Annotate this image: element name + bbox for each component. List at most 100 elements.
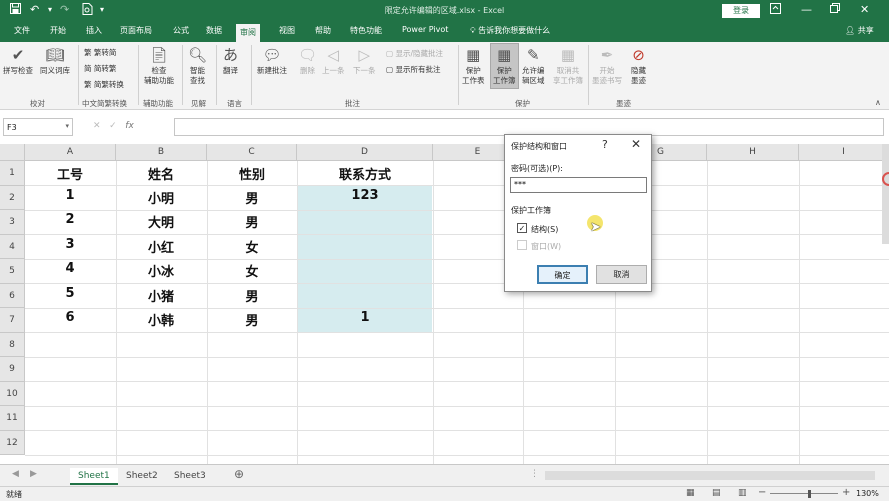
table-cell[interactable]: 2	[25, 212, 115, 227]
table-cell[interactable]: 1	[297, 310, 433, 325]
horizontal-scrollbar[interactable]	[545, 471, 875, 480]
column-header[interactable]: B	[116, 144, 207, 161]
cancel-formula-icon[interactable]: ✕	[93, 121, 101, 131]
dialog-close-icon[interactable]: ✕	[631, 137, 641, 151]
row-header[interactable]: 1	[0, 161, 25, 186]
show-all-comments-button[interactable]: ▢ 显示所有批注	[386, 64, 440, 75]
table-cell[interactable]: 小红	[116, 237, 206, 256]
hide-ink-button[interactable]: ⊘ 隐藏 墨迹	[631, 46, 646, 86]
column-header[interactable]: D	[297, 144, 433, 161]
thesaurus-button[interactable]: 📖︎ 同义词库	[40, 46, 70, 76]
maximize-icon[interactable]	[830, 3, 840, 16]
zoom-level[interactable]: 130%	[856, 489, 879, 498]
table-cell[interactable]: 大明	[116, 212, 206, 231]
table-cell[interactable]: 6	[25, 310, 115, 325]
name-box[interactable]: F3 ▾	[3, 118, 73, 136]
sheet-tab-sheet2[interactable]: Sheet2	[118, 468, 166, 485]
column-header[interactable]: C	[207, 144, 297, 161]
tab-data[interactable]: 数据	[206, 25, 222, 36]
help-button[interactable]: ?	[602, 138, 608, 151]
minimize-icon[interactable]: —	[801, 3, 812, 16]
vertical-scrollbar[interactable]	[882, 144, 889, 244]
row-header[interactable]: 4	[0, 234, 25, 259]
table-cell[interactable]: 男	[207, 310, 297, 329]
column-header[interactable]: I	[799, 144, 889, 161]
table-cell[interactable]: 男	[207, 188, 297, 207]
table-header-cell[interactable]: 联系方式	[297, 164, 433, 183]
zoom-slider-thumb[interactable]	[808, 490, 811, 498]
ok-button[interactable]: 确定	[537, 265, 588, 284]
table-cell[interactable]: 3	[25, 237, 115, 252]
table-cell[interactable]: 女	[207, 261, 297, 280]
tab-page-layout[interactable]: 页面布局	[120, 25, 152, 36]
worksheet-grid[interactable]: A B C D E F G H I 1 2 3 4 5 6 7 8 9 10 1…	[0, 144, 889, 464]
sheet-tab-sheet1[interactable]: Sheet1	[70, 468, 118, 485]
share-button[interactable]: 👤︎ 共享	[845, 25, 874, 36]
row-header[interactable]: 12	[0, 430, 25, 455]
table-cell[interactable]: 小韩	[116, 310, 206, 329]
collapse-ribbon-icon[interactable]: ∧	[875, 98, 881, 107]
table-cell[interactable]: 小明	[116, 188, 206, 207]
row-header[interactable]: 6	[0, 283, 25, 308]
row-header[interactable]: 7	[0, 308, 25, 333]
add-sheet-icon[interactable]: ⊕	[234, 467, 244, 481]
table-header-cell[interactable]: 工号	[25, 164, 115, 183]
row-header[interactable]: 8	[0, 332, 25, 357]
cancel-button[interactable]: 取消	[596, 265, 647, 284]
row-header[interactable]: 5	[0, 259, 25, 284]
s2t-button[interactable]: 简 简转繁	[84, 63, 116, 74]
column-header[interactable]: A	[25, 144, 116, 161]
name-box-dropdown-icon[interactable]: ▾	[65, 122, 69, 130]
column-header[interactable]: H	[707, 144, 799, 161]
tab-file[interactable]: 文件	[14, 25, 30, 36]
select-all-corner[interactable]	[0, 144, 25, 161]
table-header-cell[interactable]: 性别	[207, 164, 297, 183]
table-cell[interactable]: 123	[297, 188, 433, 203]
zoom-slider[interactable]	[770, 493, 838, 494]
protect-workbook-button[interactable]: ▦ 保护 工作簿	[490, 43, 519, 89]
tab-view[interactable]: 视图	[279, 25, 295, 36]
tab-review[interactable]: 审阅	[236, 24, 260, 42]
tab-power-pivot[interactable]: Power Pivot	[402, 25, 448, 34]
zoom-out-icon[interactable]: −	[758, 487, 766, 498]
login-button[interactable]: 登录	[722, 4, 760, 18]
tell-me-box[interactable]: 💡︎ 告诉我你想要做什么	[470, 25, 550, 36]
tab-special[interactable]: 特色功能	[350, 25, 382, 36]
sheet-tab-sheet3[interactable]: Sheet3	[166, 468, 214, 485]
tab-home[interactable]: 开始	[50, 25, 66, 36]
new-comment-button[interactable]: 💬︎ 新建批注	[257, 46, 287, 76]
check-accessibility-button[interactable]: 📄︎ 检查 辅助功能	[144, 46, 174, 86]
table-cell[interactable]: 1	[25, 188, 115, 203]
table-cell[interactable]: 5	[25, 286, 115, 301]
row-header[interactable]: 11	[0, 406, 25, 431]
t2s-button[interactable]: 繁 繁转简	[84, 47, 116, 58]
protect-sheet-button[interactable]: ▦ 保护 工作表	[462, 46, 485, 86]
ribbon-display-options-icon[interactable]	[770, 3, 781, 17]
table-cell[interactable]: 小冰	[116, 261, 206, 280]
table-cell[interactable]: 男	[207, 286, 297, 305]
table-cell[interactable]: 女	[207, 237, 297, 256]
enter-formula-icon[interactable]: ✓	[109, 121, 117, 131]
scroll-left-icon[interactable]: ◀	[12, 469, 19, 479]
row-header[interactable]: 10	[0, 381, 25, 406]
table-cell[interactable]: 4	[25, 261, 115, 276]
spelling-button[interactable]: ✔︎ 拼写检查	[3, 46, 33, 76]
password-field[interactable]: ***	[510, 177, 647, 193]
close-icon[interactable]: ✕	[860, 3, 869, 16]
row-header[interactable]: 2	[0, 185, 25, 210]
tab-help[interactable]: 帮助	[315, 25, 331, 36]
normal-view-icon[interactable]: ▦	[686, 488, 695, 498]
allow-edit-ranges-button[interactable]: ✎ 允许编 辑区域	[522, 46, 545, 86]
row-header[interactable]: 9	[0, 357, 25, 382]
insert-function-icon[interactable]: fx	[125, 121, 134, 131]
convert-button[interactable]: 繁 简繁转换	[84, 79, 124, 90]
tab-split-icon[interactable]: ⋮	[530, 469, 539, 479]
table-header-cell[interactable]: 姓名	[116, 164, 206, 183]
table-cell[interactable]: 小猪	[116, 286, 206, 305]
table-cell[interactable]: 男	[207, 212, 297, 231]
tab-insert[interactable]: 插入	[86, 25, 102, 36]
scroll-right-icon[interactable]: ▶	[30, 469, 37, 479]
smart-lookup-button[interactable]: 🔍︎ 智能 查找	[188, 46, 207, 86]
translate-button[interactable]: あ 翻译	[223, 46, 238, 76]
page-layout-view-icon[interactable]: ▤	[712, 488, 721, 498]
